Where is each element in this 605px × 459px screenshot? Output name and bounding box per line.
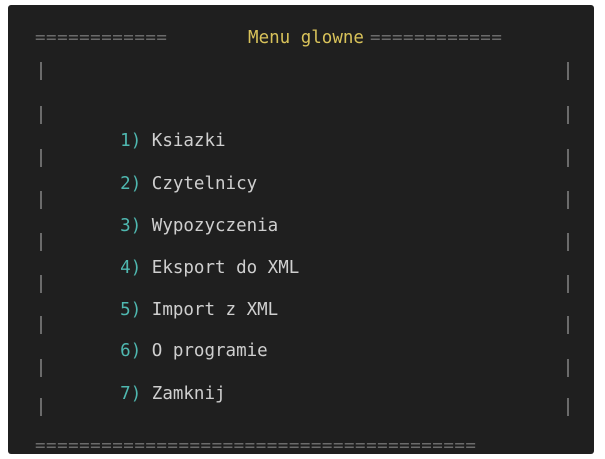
menu-item-eksport[interactable]: 4) Eksport do XML: [78, 229, 299, 278]
right-border: [567, 359, 569, 377]
menu-item-czytelnicy[interactable]: 2) Czytelnicy: [78, 145, 257, 194]
menu-title: Menu glowne: [248, 28, 364, 48]
right-border: [567, 233, 569, 251]
right-border: [567, 62, 569, 80]
right-border: [567, 191, 569, 209]
left-border: [40, 191, 42, 209]
menu-item-number: 7): [120, 384, 142, 404]
right-border: [567, 316, 569, 334]
left-border: [40, 316, 42, 334]
right-border: [567, 149, 569, 167]
header-rule-right: ============: [369, 28, 503, 48]
header-rule-left: ============: [35, 28, 168, 48]
left-border: [40, 275, 42, 293]
right-border: [567, 398, 569, 416]
menu-item-ksiazki[interactable]: 1) Ksiazki: [78, 102, 225, 151]
menu-header: ============ Menu glowne ============: [35, 25, 577, 51]
right-border: [567, 106, 569, 124]
left-border: [40, 62, 42, 80]
menu-item-o-programie[interactable]: 6) O programie: [78, 312, 268, 361]
left-border: [40, 106, 42, 124]
menu-item-wypozyczenia[interactable]: 3) Wypozyczenia: [78, 187, 278, 236]
right-border: [567, 275, 569, 293]
terminal-window: ============ Menu glowne ============ 1)…: [8, 5, 594, 456]
menu-item-label: Zamknij: [151, 384, 226, 404]
menu-item-import[interactable]: 5) Import z XML: [78, 271, 278, 320]
left-border: [40, 359, 42, 377]
menu-footer-rule: ========================================: [35, 436, 477, 456]
left-border: [40, 398, 42, 416]
left-border: [40, 149, 42, 167]
left-border: [40, 233, 42, 251]
menu-item-zamknij[interactable]: 7) Zamknij: [78, 355, 225, 404]
